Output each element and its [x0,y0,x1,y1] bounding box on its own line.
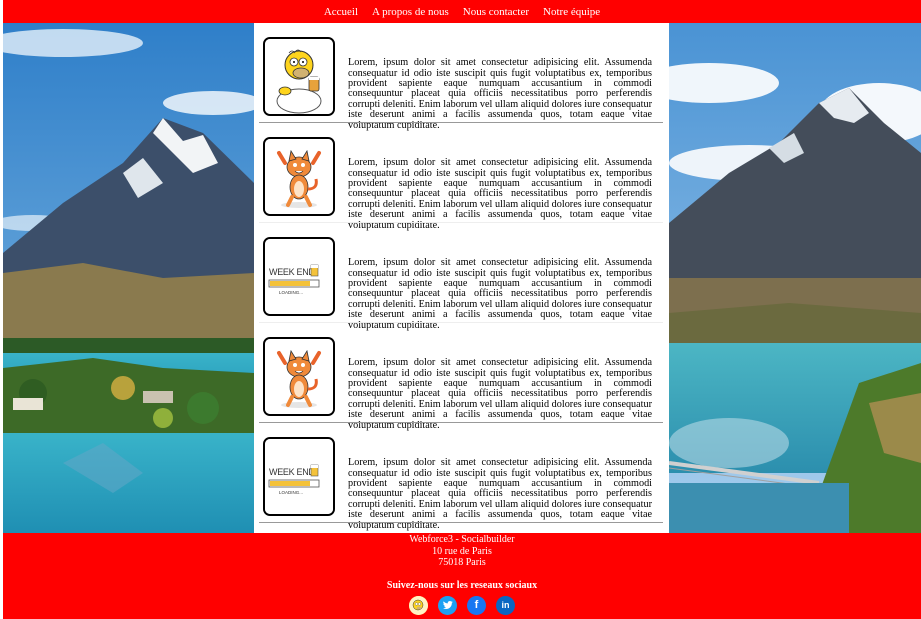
week-end-loading-image: WEEK END LOADING... [263,437,335,516]
footer-address: 10 rue de Paris [432,545,492,557]
article-item: WEEK END LOADING... Lorem, ipsum dolor s… [259,423,663,530]
twitter-icon[interactable] [438,595,457,615]
facebook-icon[interactable]: f [467,595,486,615]
week-end-image-loading: LOADING... [279,290,303,295]
social-links: f in [3,595,921,615]
footer-city: 75018 Paris [438,557,486,568]
main-nav: Accueil A propos de nous Nous contacter … [3,0,921,23]
nav-link-a-propos[interactable]: A propos de nous [372,6,449,18]
nav-link-contact[interactable]: Nous contacter [463,6,529,18]
articles-list: Lorem, ipsum dolor sit amet consectetur … [254,23,669,533]
article-text: Lorem, ipsum dolor sit amet consectetur … [348,257,652,331]
article-item: Lorem, ipsum dolor sit amet consectetur … [259,23,663,130]
nav-link-equipe[interactable]: Notre équipe [543,6,600,18]
week-end-image-title: WEEK END [269,267,315,277]
facebook-glyph: f [474,599,479,611]
nav-link-accueil[interactable]: Accueil [324,6,358,18]
divider [259,522,663,523]
footer-company: Webforce3 - Socialbuilder [409,534,515,545]
homer-icon[interactable] [409,595,428,615]
article-text: Lorem, ipsum dolor sit amet consectetur … [348,457,652,531]
footer-follow-heading: Suivez-nous sur les reseaux sociaux [386,579,538,591]
article-text: Lorem, ipsum dolor sit amet consectetur … [348,57,652,131]
homer-simpson-image [263,37,335,116]
background-landscape-left [3,23,254,533]
dancing-cat-image [263,337,335,416]
dancing-cat-image [263,137,335,216]
footer: Webforce3 - Socialbuilder 10 rue de Pari… [3,533,921,619]
week-end-loading-image: WEEK END LOADING... [263,237,335,316]
linkedin-icon[interactable]: in [496,595,515,615]
background-landscape-right [669,23,921,533]
article-item: Lorem, ipsum dolor sit amet consectetur … [259,323,663,430]
article-item: Lorem, ipsum dolor sit amet consectetur … [259,123,663,230]
article-item: WEEK END LOADING... Lorem, ipsum dolor s… [259,223,663,330]
article-text: Lorem, ipsum dolor sit amet consectetur … [348,357,652,431]
linkedin-glyph: in [501,600,510,610]
week-end-image-title: WEEK END [269,467,315,477]
week-end-image-loading: LOADING... [279,490,303,495]
article-text: Lorem, ipsum dolor sit amet consectetur … [348,157,652,231]
